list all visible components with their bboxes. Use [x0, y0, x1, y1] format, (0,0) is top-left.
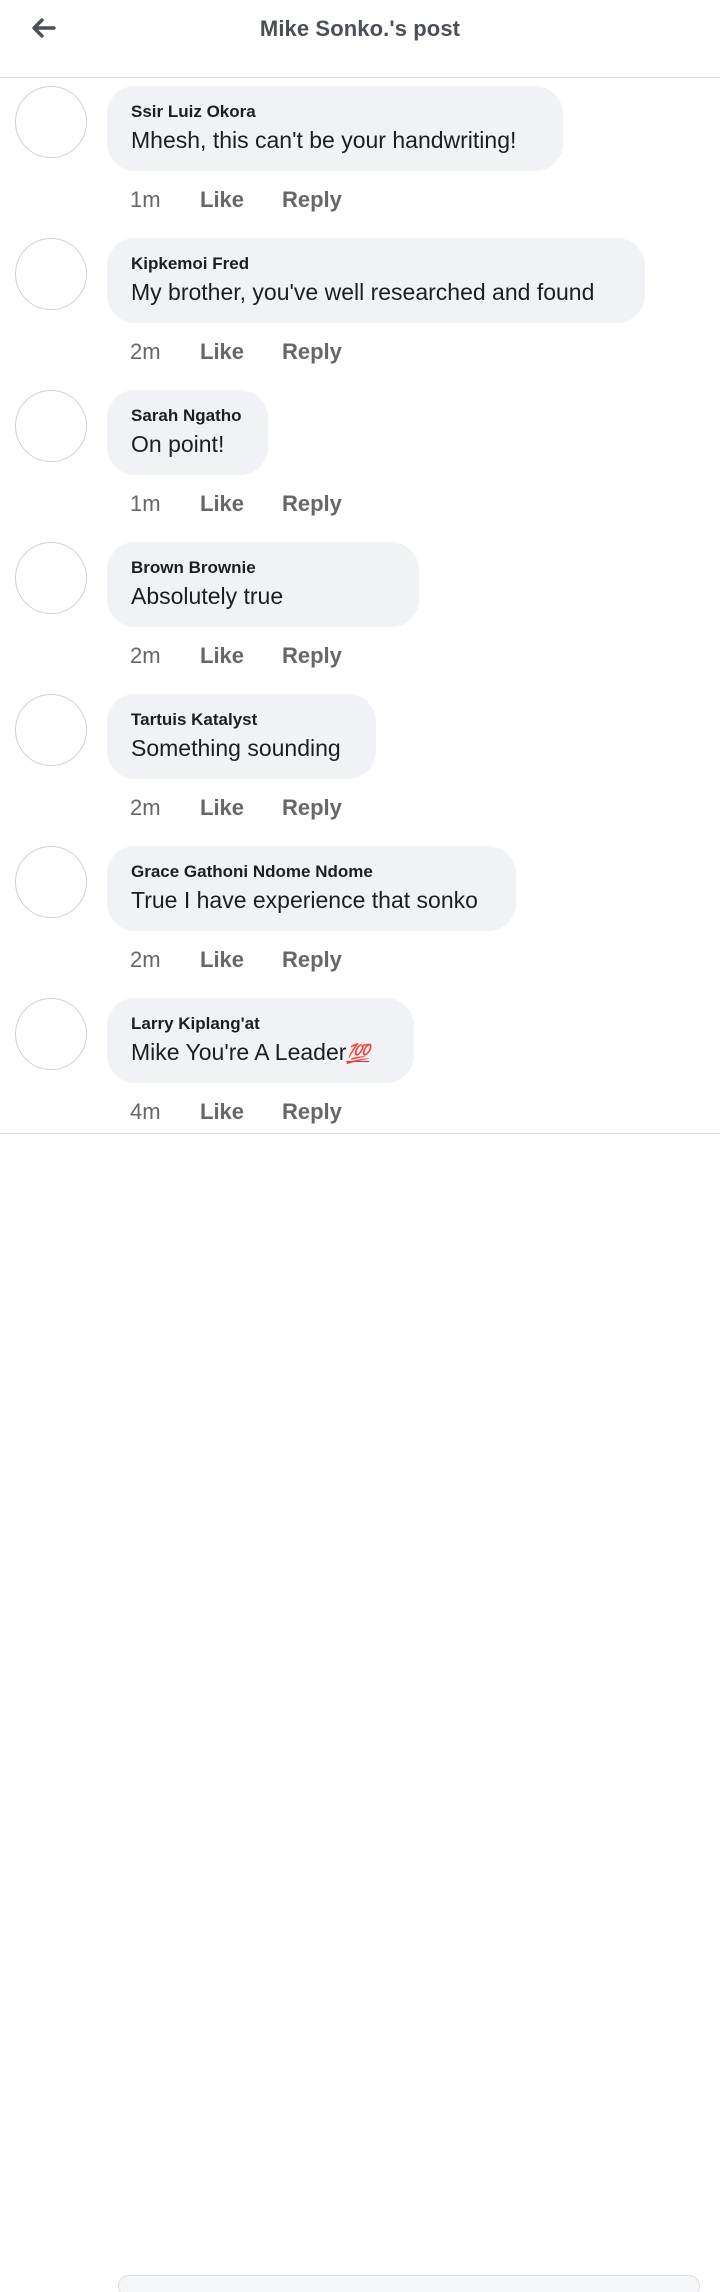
- like-button[interactable]: Like: [200, 947, 282, 973]
- avatar[interactable]: [15, 238, 87, 310]
- like-button[interactable]: Like: [200, 491, 282, 517]
- like-button[interactable]: Like: [200, 643, 282, 669]
- avatar[interactable]: [15, 998, 87, 1070]
- comment-timestamp: 2m: [130, 339, 161, 364]
- comment-input[interactable]: [118, 2275, 700, 2292]
- comment-author[interactable]: Brown Brownie: [131, 557, 395, 579]
- comment-bubble: Larry Kiplang'at Mike You're A Leader💯: [107, 998, 414, 1083]
- comment-text: Something sounding: [131, 735, 341, 761]
- like-button[interactable]: Like: [200, 187, 282, 213]
- comment-timestamp: 2m: [130, 947, 161, 972]
- comment-bubble: Grace Gathoni Ndome Ndome True I have ex…: [107, 846, 516, 931]
- comment-author[interactable]: Grace Gathoni Ndome Ndome: [131, 861, 492, 883]
- like-button[interactable]: Like: [200, 339, 282, 365]
- top-bar: Mike Sonko.'s post: [0, 0, 720, 78]
- comment-item: Brown Brownie Absolutely true 2m Like Re…: [0, 534, 720, 686]
- comment-timestamp: 1m: [130, 491, 161, 516]
- comment-text: Absolutely true: [131, 583, 284, 609]
- reply-button[interactable]: Reply: [282, 1099, 342, 1125]
- reply-button[interactable]: Reply: [282, 795, 342, 821]
- comment-timestamp: 2m: [130, 643, 161, 668]
- composer-bar: [0, 1133, 720, 2292]
- comment-bubble: Kipkemoi Fred My brother, you've well re…: [107, 238, 645, 323]
- comment-author[interactable]: Tartuis Katalyst: [131, 709, 352, 731]
- comment-item: Ssir Luiz Okora Mhesh, this can't be you…: [0, 78, 720, 230]
- reply-button[interactable]: Reply: [282, 643, 342, 669]
- comment-bubble: Tartuis Katalyst Something sounding: [107, 694, 376, 779]
- like-button[interactable]: Like: [200, 795, 282, 821]
- comment-item: Larry Kiplang'at Mike You're A Leader💯 4…: [0, 990, 720, 1142]
- comment-timestamp: 1m: [130, 187, 161, 212]
- reply-button[interactable]: Reply: [282, 947, 342, 973]
- avatar[interactable]: [15, 86, 87, 158]
- comment-actions: 2m Like Reply: [130, 793, 342, 823]
- comment-text: My brother, you've well researched and f…: [131, 279, 595, 305]
- comment-bubble: Brown Brownie Absolutely true: [107, 542, 419, 627]
- comment-item: Tartuis Katalyst Something sounding 2m L…: [0, 686, 720, 838]
- comment-actions: 1m Like Reply: [130, 185, 342, 215]
- comment-actions: 2m Like Reply: [130, 337, 342, 367]
- comment-bubble: Sarah Ngatho On point!: [107, 390, 268, 475]
- comment-actions: 1m Like Reply: [130, 489, 342, 519]
- page-title: Mike Sonko.'s post: [259, 16, 461, 41]
- like-button[interactable]: Like: [200, 1099, 282, 1125]
- avatar[interactable]: [15, 846, 87, 918]
- comment-author[interactable]: Ssir Luiz Okora: [131, 101, 539, 123]
- comment-author[interactable]: Kipkemoi Fred: [131, 253, 621, 275]
- comment-timestamp: 4m: [130, 1099, 161, 1124]
- comment-bubble: Ssir Luiz Okora Mhesh, this can't be you…: [107, 86, 563, 171]
- comment-actions: 4m Like Reply: [130, 1097, 342, 1127]
- comment-item: Kipkemoi Fred My brother, you've well re…: [0, 230, 720, 382]
- hundred-points-icon: 💯: [346, 1044, 370, 1065]
- avatar[interactable]: [15, 694, 87, 766]
- comment-actions: 2m Like Reply: [130, 641, 342, 671]
- comment-text: True I have experience that sonko: [131, 887, 478, 913]
- comment-text: On point!: [131, 431, 225, 457]
- avatar[interactable]: [15, 542, 87, 614]
- comment-timestamp: 2m: [130, 795, 161, 820]
- comment-author[interactable]: Larry Kiplang'at: [131, 1013, 390, 1035]
- comment-author[interactable]: Sarah Ngatho: [131, 405, 244, 427]
- avatar[interactable]: [15, 390, 87, 462]
- comment-text-body: Mike You're A Leader: [131, 1039, 347, 1065]
- comment-item: Grace Gathoni Ndome Ndome True I have ex…: [0, 838, 720, 990]
- comment-item: Sarah Ngatho On point! 1m Like Reply: [0, 382, 720, 534]
- comment-actions: 2m Like Reply: [130, 945, 342, 975]
- reply-button[interactable]: Reply: [282, 187, 342, 213]
- comment-text: Mhesh, this can't be your handwriting!: [131, 127, 517, 153]
- comment-text: Mike You're A Leader💯: [131, 1037, 390, 1070]
- reply-button[interactable]: Reply: [282, 491, 342, 517]
- reply-button[interactable]: Reply: [282, 339, 342, 365]
